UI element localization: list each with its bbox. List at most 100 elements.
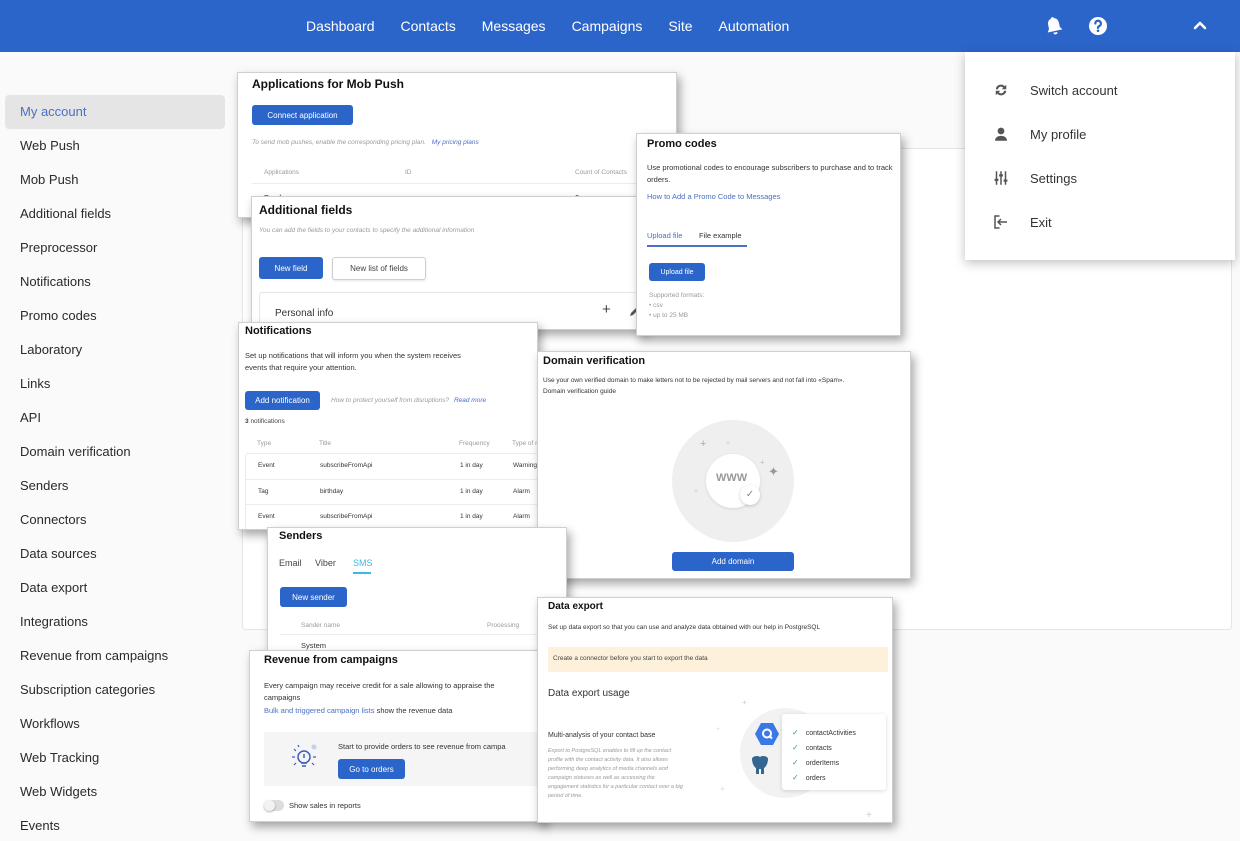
- nav-dashboard[interactable]: Dashboard: [306, 18, 375, 34]
- notifications-table: Event subscribeFromApi 1 in day Warning Tag b…: [245, 453, 537, 529]
- card-subtitle: You can add the fields to your contacts …: [259, 227, 475, 234]
- card-title: Senders: [279, 530, 323, 542]
- menu-item-exit[interactable]: Exit: [965, 204, 1235, 240]
- tab-email[interactable]: Email: [279, 558, 302, 568]
- tab-sms[interactable]: SMS: [353, 558, 373, 568]
- sidebar-item-workflows[interactable]: Workflows: [5, 707, 225, 741]
- group-label: Personal info: [275, 308, 334, 319]
- nav-contacts[interactable]: Contacts: [401, 18, 456, 34]
- orders-callout: Start to provide orders to see revenue f…: [264, 732, 544, 786]
- show-sales-toggle[interactable]: [264, 800, 284, 811]
- card-title: Additional fields: [259, 203, 353, 217]
- table-cell: subscribeFromApi: [320, 513, 373, 520]
- sidebar-item-data-sources[interactable]: Data sources: [5, 537, 225, 571]
- table-name: contacts: [805, 745, 832, 752]
- chevron-up-icon[interactable]: [1188, 14, 1212, 38]
- sidebar-item-connectors[interactable]: Connectors: [5, 503, 225, 537]
- sidebar-item-links[interactable]: Links: [5, 367, 225, 401]
- go-to-orders-button[interactable]: Go to orders: [338, 759, 405, 779]
- table-row[interactable]: Event subscribeFromApi 1 in day Alarm: [246, 504, 537, 529]
- body-line: Export to PostgreSQL enables to fill up …: [548, 748, 672, 754]
- sidebar-item-events[interactable]: Events: [5, 809, 225, 841]
- new-list-of-fields-button[interactable]: New list of fields: [332, 257, 426, 280]
- my-pricing-plans-link[interactable]: My pricing plans: [432, 139, 479, 146]
- campaign-lists-link[interactable]: Bulk and triggered campaign lists: [264, 706, 374, 715]
- connect-application-button[interactable]: Connect application: [252, 105, 353, 125]
- sidebar-item-revenue-from-campaigns[interactable]: Revenue from campaigns: [5, 639, 225, 673]
- column-header: Processing: [487, 622, 520, 629]
- promo-codes-card: Promo codes Use promotional codes to enc…: [636, 133, 901, 336]
- card-description: Use promotional codes to encourage subsc…: [647, 163, 893, 184]
- add-notification-button[interactable]: Add notification: [245, 391, 320, 410]
- connector-warning: Create a connector before you start to e…: [548, 647, 888, 672]
- domain-verification-guide-link[interactable]: Domain verification guide: [543, 388, 616, 395]
- new-field-button[interactable]: New field: [259, 257, 323, 279]
- sidebar-item-laboratory[interactable]: Laboratory: [5, 333, 225, 367]
- card-title: Promo codes: [647, 138, 717, 150]
- body-line: profile with the contact activity data. …: [548, 757, 668, 763]
- lightbulb-icon: [292, 744, 317, 767]
- disruption-hint: How to protect yourself from disruptions…: [331, 397, 487, 404]
- table-cell: 1 in day: [460, 513, 483, 520]
- help-icon[interactable]: [1086, 14, 1110, 38]
- sidebar-item-mob-push[interactable]: Mob Push: [5, 163, 225, 197]
- check-icon: ✓: [792, 743, 799, 752]
- toggle-label: Show sales in reports: [289, 801, 361, 810]
- sidebar-item-notifications[interactable]: Notifications: [5, 265, 225, 299]
- nav-site[interactable]: Site: [668, 18, 692, 34]
- table-cell: Alarm: [513, 488, 530, 495]
- read-more-link[interactable]: Read more: [454, 397, 486, 404]
- tab-viber[interactable]: Viber: [315, 558, 336, 568]
- table-row[interactable]: Event subscribeFromApi 1 in day Warning: [246, 454, 537, 479]
- tab-file-example[interactable]: File example: [699, 231, 742, 240]
- nav-messages[interactable]: Messages: [482, 18, 546, 34]
- usage-title: Data export usage: [548, 688, 630, 699]
- sidebar-item-web-widgets[interactable]: Web Widgets: [5, 775, 225, 809]
- sidebar-item-additional-fields[interactable]: Additional fields: [5, 197, 225, 231]
- card-description: Every campaign may receive credit for a …: [264, 681, 495, 690]
- sidebar-item-my-account[interactable]: My account: [5, 95, 225, 129]
- add-field-icon[interactable]: +: [602, 301, 611, 318]
- nav-campaigns[interactable]: Campaigns: [572, 18, 643, 34]
- column-header: Title: [319, 440, 332, 447]
- menu-item-my-profile[interactable]: My profile: [965, 116, 1235, 152]
- menu-item-settings[interactable]: Settings: [965, 160, 1235, 196]
- account-dropdown-menu: Switch account My profile Settings Exit: [965, 52, 1235, 260]
- promo-code-help-link[interactable]: How to Add a Promo Code to Messages: [647, 192, 780, 201]
- card-title: Domain verification: [543, 355, 646, 367]
- table-cell: Warning: [513, 462, 537, 469]
- tab-upload-file[interactable]: Upload file: [647, 231, 682, 240]
- card-title: Data export: [548, 601, 604, 612]
- switch-account-icon: [995, 84, 1007, 96]
- menu-item-switch-account[interactable]: Switch account: [965, 72, 1235, 108]
- new-sender-button[interactable]: New sender: [280, 587, 347, 607]
- body-line: campaign statuses as well as accessing t…: [548, 775, 655, 781]
- table-name: orderItems: [805, 760, 840, 767]
- upload-file-button[interactable]: Upload file: [649, 263, 705, 281]
- sidebar-item-promo-codes[interactable]: Promo codes: [5, 299, 225, 333]
- sidebar-item-preprocessor[interactable]: Preprocessor: [5, 231, 225, 265]
- card-description: campaigns: [264, 693, 301, 702]
- check-icon: ✓: [792, 773, 799, 782]
- nav-automation[interactable]: Automation: [719, 18, 790, 34]
- sidebar-item-data-export[interactable]: Data export: [5, 571, 225, 605]
- domain-verification-card: Domain verification Use your own verifie…: [537, 351, 911, 579]
- exit-icon: [994, 215, 1007, 229]
- top-navigation-bar: Dashboard Contacts Messages Campaigns Si…: [0, 0, 1240, 52]
- user-icon: [995, 127, 1007, 141]
- sidebar-item-domain-verification[interactable]: Domain verification: [5, 435, 225, 469]
- sidebar-item-subscription-categories[interactable]: Subscription categories: [5, 673, 225, 707]
- add-domain-button[interactable]: Add domain: [672, 552, 794, 571]
- sidebar-item-api[interactable]: API: [5, 401, 225, 435]
- senders-card: Senders Email Viber SMS New sender Sande…: [267, 527, 567, 657]
- usage-body: Export to PostgreSQL enables to fill up …: [548, 747, 683, 801]
- export-table-item: ✓ orders: [792, 767, 826, 785]
- sidebar-item-web-tracking[interactable]: Web Tracking: [5, 741, 225, 775]
- sidebar-item-integrations[interactable]: Integrations: [5, 605, 225, 639]
- table-row[interactable]: Tag birthday 1 in day Alarm: [246, 479, 537, 504]
- table-cell: subscribeFromApi: [320, 462, 373, 469]
- body-line: engagement statistics for a particular c…: [548, 784, 683, 790]
- bell-icon[interactable]: [1042, 14, 1066, 38]
- sidebar-item-senders[interactable]: Senders: [5, 469, 225, 503]
- sidebar-item-web-push[interactable]: Web Push: [5, 129, 225, 163]
